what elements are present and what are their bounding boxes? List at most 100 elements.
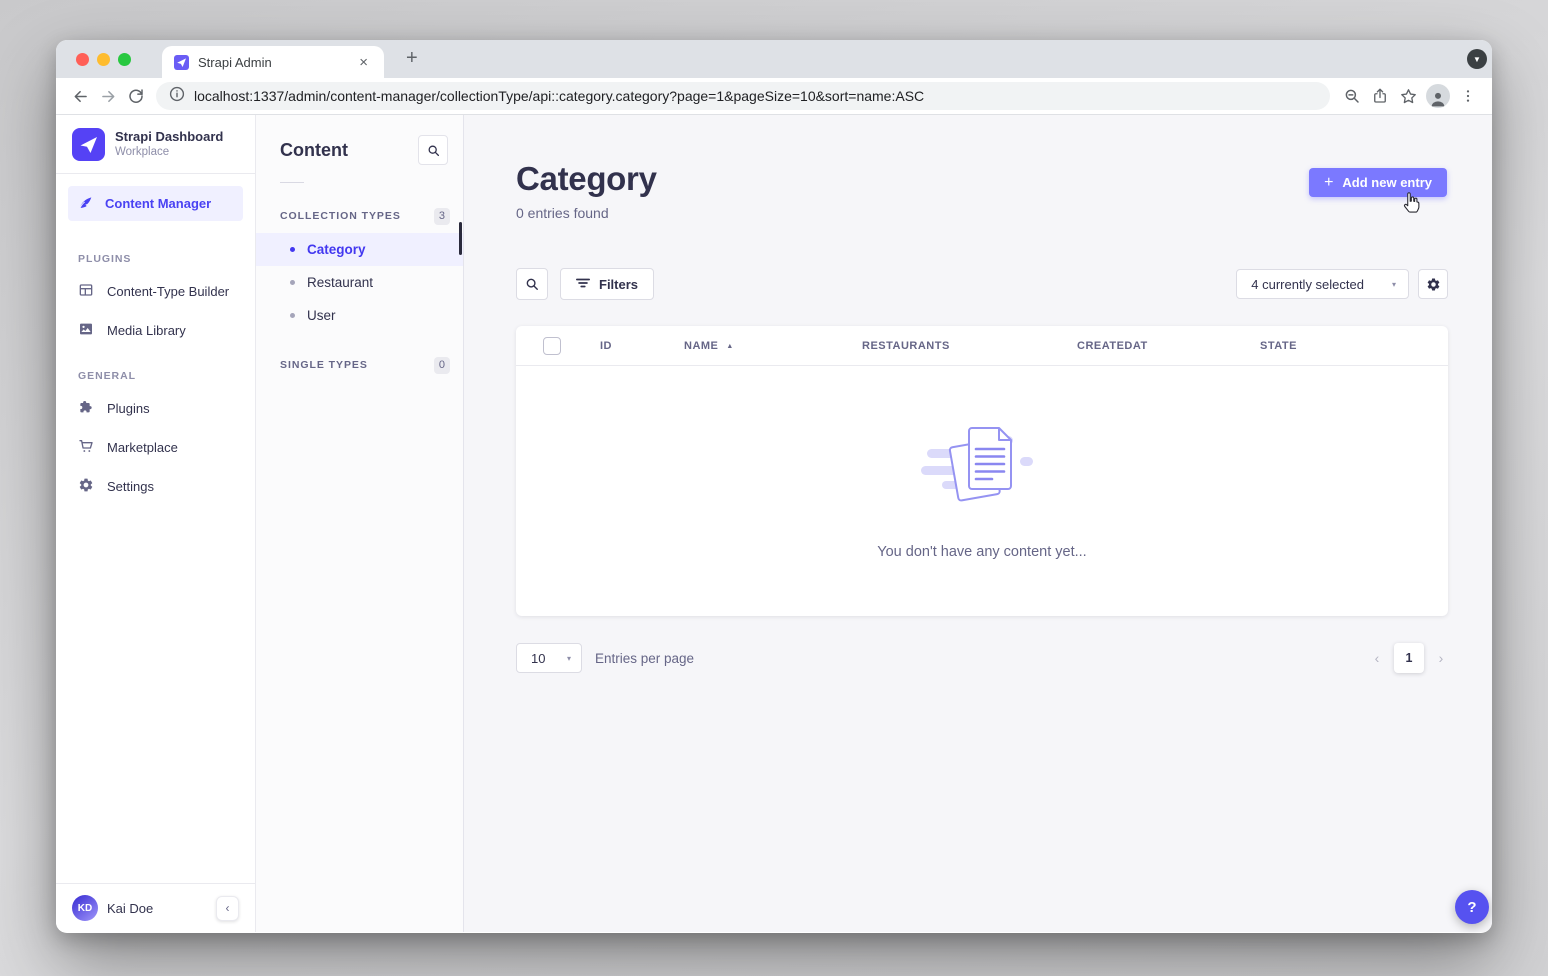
sidebar-item-label: Plugins [107,401,150,416]
column-header-label: NAME [684,340,718,352]
add-new-entry-label: Add new entry [1342,175,1432,190]
collection-type-user[interactable]: User [256,299,463,332]
search-entries-button[interactable] [516,268,548,300]
view-settings-button[interactable] [1418,269,1448,299]
entries-count-text: 0 entries found [516,205,1448,221]
page-number-button[interactable]: 1 [1394,643,1424,673]
workspace-subtitle: Workplace [115,145,223,160]
gear-icon [78,477,94,496]
user-name: Kai Doe [107,901,207,916]
sort-ascending-icon: ▲ [726,343,733,350]
new-tab-button[interactable]: + [400,47,424,70]
collapse-sidebar-button[interactable]: ‹ [216,896,239,921]
select-all-checkbox[interactable] [543,337,561,355]
empty-state: You don't have any content yet... [516,366,1448,616]
site-info-icon[interactable] [169,86,185,107]
sidebar-item-label: Marketplace [107,440,178,455]
bookmark-star-icon[interactable] [1394,82,1422,110]
close-tab-icon[interactable]: × [355,53,372,72]
add-new-entry-button[interactable]: + Add new entry [1309,168,1447,197]
subnav-title: Content [280,140,348,161]
sidebar-item-content-manager[interactable]: Content Manager [68,186,243,221]
browser-profile-icon[interactable] [1426,84,1450,108]
sidebar-item-marketplace[interactable]: Marketplace [56,428,255,467]
workspace-switcher[interactable]: Strapi Dashboard Workplace [56,115,255,173]
empty-state-text: You don't have any content yet... [877,544,1086,560]
cart-icon [78,438,94,457]
close-window-button[interactable] [76,53,89,66]
sidebar-item-settings[interactable]: Settings [56,467,255,506]
tab-title: Strapi Admin [198,55,355,70]
column-header-name[interactable]: NAME ▲ [684,326,734,366]
next-page-button[interactable]: › [1434,650,1448,666]
single-types-heading: SINGLE TYPES [280,359,368,371]
entries-per-page-label: Entries per page [595,651,694,666]
filter-icon [576,277,590,292]
collection-type-category[interactable]: Category [256,233,463,266]
single-types-count-badge: 0 [434,357,450,374]
sidebar-section-general: GENERAL [56,363,255,389]
column-header-state[interactable]: STATE [1260,326,1297,366]
sidebar-item-media-library[interactable]: Media Library [56,311,255,350]
forward-icon[interactable] [94,82,122,110]
collection-type-label: Category [307,242,366,257]
address-bar[interactable]: localhost:1337/admin/content-manager/col… [156,82,1330,110]
image-icon [78,321,94,340]
zoom-window-button[interactable] [118,53,131,66]
sidebar-section-plugins: PLUGINS [56,246,255,272]
reload-icon[interactable] [122,82,150,110]
user-avatar: KD [72,895,98,921]
empty-documents-illustration [921,422,1043,511]
pager: ‹ 1 › [1370,643,1448,673]
chevron-down-icon: ▾ [1392,280,1396,289]
collection-types-list: Category Restaurant User [256,233,463,332]
url-text: localhost:1337/admin/content-manager/col… [194,88,924,104]
user-profile-row[interactable]: KD Kai Doe ‹ [56,883,255,932]
column-header-restaurants[interactable]: RESTAURANTS [862,326,950,366]
window-controls [76,53,131,66]
sidebar: Strapi Dashboard Workplace Content Manag… [56,115,256,932]
strapi-admin-app: Strapi Dashboard Workplace Content Manag… [56,115,1492,932]
layout-icon [78,282,94,301]
column-header-id[interactable]: ID [600,326,612,366]
filters-button[interactable]: Filters [560,268,654,300]
page-size-value: 10 [531,651,545,666]
collection-types-heading: COLLECTION TYPES [280,210,401,222]
sidebar-item-plugins[interactable]: Plugins [56,389,255,428]
subnav-scrollbar-thumb[interactable] [459,222,462,255]
sidebar-item-label: Content-Type Builder [107,284,229,299]
browser-menu-kebab-icon[interactable] [1454,82,1482,110]
share-icon[interactable] [1366,82,1394,110]
columns-select-value: 4 currently selected [1251,277,1364,292]
help-button[interactable]: ? [1455,890,1489,924]
screen-indicator-icon[interactable]: ▼ [1467,49,1487,69]
columns-select[interactable]: 4 currently selected ▾ [1236,269,1409,299]
table-header-row: ID NAME ▲ RESTAURANTS CREATEDAT STATE [516,326,1448,366]
previous-page-button[interactable]: ‹ [1370,650,1384,666]
column-header-createdat[interactable]: CREATEDAT [1077,326,1148,366]
sidebar-item-content-type-builder[interactable]: Content-Type Builder [56,272,255,311]
page-size-select[interactable]: 10 ▾ [516,643,582,673]
browser-tab-strip: Strapi Admin × + ▼ [56,40,1492,78]
strapi-favicon-icon [174,55,189,70]
subnav-divider [280,182,304,183]
subnav-search-button[interactable] [418,135,448,165]
zoom-page-icon[interactable] [1338,82,1366,110]
collection-type-restaurant[interactable]: Restaurant [256,266,463,299]
sidebar-item-label: Media Library [107,323,186,338]
collection-type-label: Restaurant [307,275,373,290]
pen-icon [78,194,94,213]
filters-label: Filters [599,277,638,292]
puzzle-icon [78,399,94,418]
collection-types-count-badge: 3 [434,208,450,225]
sidebar-item-label: Content Manager [105,196,211,211]
back-icon[interactable] [66,82,94,110]
content-subnav: Content COLLECTION TYPES 3 Category Rest… [256,115,464,932]
minimize-window-button[interactable] [97,53,110,66]
browser-toolbar: localhost:1337/admin/content-manager/col… [56,78,1492,115]
bullet-icon [290,280,295,285]
browser-tab[interactable]: Strapi Admin × [162,46,384,78]
plus-icon: + [1324,174,1333,192]
main-content: Category 0 entries found + Add new entry [464,115,1492,932]
pagination-row: 10 ▾ Entries per page ‹ 1 › [516,643,1448,673]
